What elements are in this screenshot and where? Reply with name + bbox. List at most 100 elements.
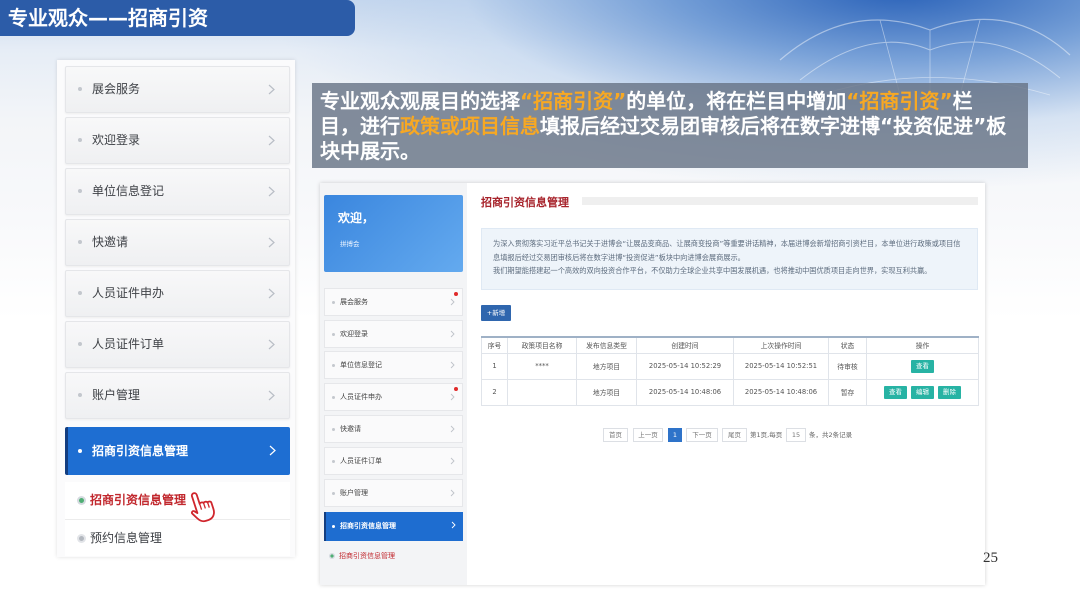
bullet-dot-icon bbox=[78, 291, 82, 295]
bullet-dot-icon bbox=[78, 393, 82, 397]
cell-no: 2 bbox=[481, 378, 508, 406]
col-header: 上次操作时间 bbox=[733, 336, 829, 354]
bullet-dot-icon bbox=[332, 492, 335, 495]
submenu-item-appointment-info[interactable]: 预约信息管理 bbox=[65, 519, 290, 556]
bullet-dot-icon bbox=[78, 240, 82, 244]
info-table: 序号 政策项目名称 发布信息类型 创建时间 上次操作时间 状态 操作 1 ***… bbox=[481, 336, 979, 406]
slide-title: 专业观众——招商引资 bbox=[0, 0, 355, 36]
submenu-item-label: 招商引资信息管理 bbox=[90, 493, 187, 507]
chevron-right-icon bbox=[450, 361, 455, 369]
pagination-first[interactable]: 首页 bbox=[603, 428, 628, 442]
cell-status: 待审核 bbox=[828, 352, 867, 380]
sidebar-item-badge-application[interactable]: 人员证件申办 bbox=[65, 270, 290, 317]
app-menu-item-active[interactable]: 招商引资信息管理 bbox=[324, 512, 463, 541]
bullet-dot-icon bbox=[78, 342, 82, 346]
app-menu-item[interactable]: 人员证件申办 bbox=[324, 383, 463, 411]
app-menu-item[interactable]: 人员证件订单 bbox=[324, 447, 463, 475]
notice-paragraph: 我们期望能搭建起一个高效的双向投资合作平台，不仅助力全球企业共享中国发展机遇，也… bbox=[493, 266, 932, 275]
pagination-current-page[interactable]: 1 bbox=[668, 428, 682, 442]
cell-name: **** bbox=[507, 352, 577, 380]
bullet-dot-icon bbox=[332, 460, 335, 463]
app-menu-item[interactable]: 快邀请 bbox=[324, 415, 463, 443]
app-submenu-label: 招商引资信息管理 bbox=[339, 552, 395, 560]
chevron-right-icon bbox=[268, 288, 275, 299]
circle-bullet-icon bbox=[77, 496, 86, 505]
app-menu-item[interactable]: 欢迎登录 bbox=[324, 320, 463, 348]
callout-text: “招商引资” bbox=[520, 89, 627, 113]
pagination-next[interactable]: 下一页 bbox=[686, 428, 718, 442]
sidebar-item-label: 展会服务 bbox=[92, 82, 141, 96]
sidebar-item-label: 人员证件订单 bbox=[92, 337, 165, 351]
callout-text: “招商引资” bbox=[846, 89, 953, 113]
bullet-dot-icon bbox=[332, 525, 335, 528]
submenu-item-label: 预约信息管理 bbox=[90, 531, 163, 545]
sidebar-item-account[interactable]: 账户管理 bbox=[65, 372, 290, 419]
sidebar-item-investment-active[interactable]: 招商引资信息管理 bbox=[65, 427, 290, 475]
bullet-dot-icon bbox=[332, 396, 335, 399]
bullet-dot-icon bbox=[332, 428, 335, 431]
chevron-right-icon bbox=[451, 521, 456, 529]
enlarged-sidebar: 展会服务 欢迎登录 单位信息登记 快邀请 人员证件申办 人员证件订单 账户管理 … bbox=[57, 60, 295, 557]
cell-type: 地方项目 bbox=[576, 352, 637, 380]
cell-updated: 2025-05-14 10:52:51 bbox=[733, 352, 829, 380]
welcome-title: 欢迎， bbox=[338, 211, 375, 225]
cell-updated: 2025-05-14 10:48:06 bbox=[733, 378, 829, 406]
app-menu-item[interactable]: 展会服务 bbox=[324, 288, 463, 316]
callout-text: 的单位，将在栏目中增加 bbox=[626, 89, 847, 113]
sidebar-item-label: 账户管理 bbox=[92, 388, 141, 402]
cell-actions: 查看 编辑 删除 bbox=[866, 378, 979, 406]
sidebar-item-quick-invite[interactable]: 快邀请 bbox=[65, 219, 290, 266]
chevron-right-icon bbox=[268, 135, 275, 146]
sidebar-item-label: 快邀请 bbox=[92, 235, 129, 249]
sidebar-item-unit-registration[interactable]: 单位信息登记 bbox=[65, 168, 290, 215]
chevron-right-icon bbox=[268, 390, 275, 401]
col-header: 政策项目名称 bbox=[507, 336, 577, 354]
sidebar-item-label: 单位信息登记 bbox=[92, 184, 165, 198]
view-button[interactable]: 查看 bbox=[911, 359, 934, 373]
col-header: 状态 bbox=[828, 336, 867, 354]
app-menu-item[interactable]: 账户管理 bbox=[324, 479, 463, 507]
cell-no: 1 bbox=[481, 352, 508, 380]
bullet-dot-icon bbox=[78, 449, 82, 453]
add-button[interactable]: +新增 bbox=[481, 305, 511, 321]
page-size-input[interactable]: 15 bbox=[786, 428, 806, 442]
app-menu-label: 人员证件申办 bbox=[340, 393, 382, 401]
col-header: 创建时间 bbox=[636, 336, 734, 354]
bullet-dot-icon bbox=[78, 138, 82, 142]
chevron-right-icon bbox=[268, 237, 275, 248]
sidebar-item-exhibition-service[interactable]: 展会服务 bbox=[65, 66, 290, 113]
app-menu-label: 快邀请 bbox=[340, 425, 361, 433]
sidebar-item-badge-orders[interactable]: 人员证件订单 bbox=[65, 321, 290, 368]
pagination-last[interactable]: 尾页 bbox=[722, 428, 747, 442]
bullet-dot-icon bbox=[332, 364, 335, 367]
chevron-right-icon bbox=[268, 84, 275, 95]
notice-box: 为深入贯彻落实习近平总书记关于进博会“让展品变商品、让展商变投商”等重要讲话精神… bbox=[481, 228, 978, 290]
cell-name bbox=[507, 378, 577, 406]
cell-status: 暂存 bbox=[828, 378, 867, 406]
col-header: 序号 bbox=[481, 336, 508, 354]
chevron-right-icon bbox=[450, 330, 455, 338]
chevron-right-icon bbox=[450, 489, 455, 497]
circle-bullet-icon bbox=[329, 553, 335, 559]
cell-type: 地方项目 bbox=[576, 378, 637, 406]
circle-bullet-icon bbox=[77, 534, 86, 543]
submenu-item-investment-info[interactable]: 招商引资信息管理 bbox=[65, 482, 290, 519]
sidebar-item-label: 欢迎登录 bbox=[92, 133, 141, 147]
view-button[interactable]: 查看 bbox=[884, 385, 907, 399]
bullet-dot-icon bbox=[78, 189, 82, 193]
delete-button[interactable]: 删除 bbox=[938, 385, 961, 399]
app-menu-item[interactable]: 单位信息登记 bbox=[324, 351, 463, 379]
table-row: 2 地方项目 2025-05-14 10:48:06 2025-05-14 10… bbox=[481, 378, 979, 406]
col-header: 操作 bbox=[866, 336, 979, 354]
app-submenu-item[interactable]: 招商引资信息管理 bbox=[324, 546, 463, 566]
edit-button[interactable]: 编辑 bbox=[911, 385, 934, 399]
chevron-right-icon bbox=[450, 393, 455, 401]
callout-text: 政策或项目信息 bbox=[400, 114, 540, 138]
sidebar-item-welcome-login[interactable]: 欢迎登录 bbox=[65, 117, 290, 164]
welcome-card: 欢迎， 拼搏会 bbox=[324, 195, 463, 272]
pagination-prev[interactable]: 上一页 bbox=[633, 428, 663, 442]
cell-actions: 查看 bbox=[866, 352, 979, 380]
red-dot-badge bbox=[454, 387, 458, 391]
cell-created: 2025-05-14 10:52:29 bbox=[636, 352, 734, 380]
app-menu-label: 账户管理 bbox=[340, 489, 368, 497]
